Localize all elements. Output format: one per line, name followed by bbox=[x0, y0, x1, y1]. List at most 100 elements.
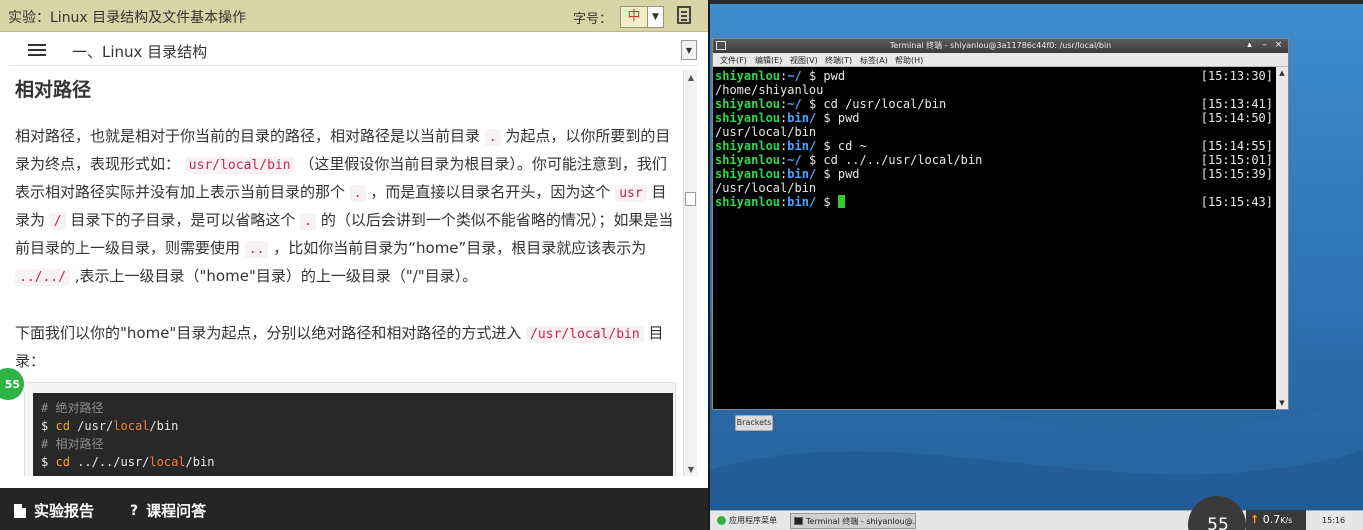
course-qa-label: 课程问答 bbox=[146, 502, 207, 520]
section-title: 相对路径 bbox=[15, 79, 92, 101]
terminal-line: /home/shiyanlou bbox=[715, 83, 824, 97]
network-speed-unit: K/s bbox=[1280, 516, 1293, 525]
brackets-desktop-item[interactable]: Brackets bbox=[735, 415, 773, 431]
code-comment: # 绝对路径 bbox=[41, 401, 104, 415]
code-command: cd bbox=[55, 455, 70, 469]
scroll-thumb[interactable] bbox=[685, 192, 696, 206]
doc-header: 实验：Linux 目录结构及文件基本操作 字号： 中 ▼ bbox=[0, 0, 708, 32]
terminal-line: /usr/local/bin bbox=[715, 181, 817, 195]
desktop-top-edge bbox=[710, 0, 1363, 4]
code-block-wrapper: # 绝对路径 $ cd /usr/local/bin # 相对路径 $ cd .… bbox=[24, 382, 676, 476]
text: ，而是直接以目录名开头，因为这个 bbox=[370, 183, 611, 201]
network-gauge: 55 bbox=[1188, 496, 1246, 530]
doc-title: 实验：Linux 目录结构及文件基本操作 bbox=[8, 10, 247, 26]
inline-code: . bbox=[484, 129, 501, 146]
chapter-title: 一、Linux 目录结构 bbox=[72, 43, 208, 61]
pin-icon[interactable]: ▴ bbox=[1244, 40, 1255, 51]
inline-code: usr/local/bin bbox=[184, 157, 295, 174]
text: 下面我们以你的"home"目录为起点，分别以绝对路径和相对路径的方式进入 bbox=[15, 324, 522, 342]
menu-edit[interactable]: 编辑(E) bbox=[755, 55, 782, 66]
terminal-window[interactable]: Terminal 终端 - shiyanlou@3a11786c44f0: /u… bbox=[712, 38, 1289, 410]
terminal-line: /usr/local/bin bbox=[715, 125, 817, 139]
terminal-icon bbox=[794, 517, 803, 525]
terminal-line: shiyanlou:bin/ $ pwd [15:15:39] bbox=[715, 167, 1273, 181]
remote-desktop[interactable]: Terminal 终端 - shiyanlou@3a11786c44f0: /u… bbox=[708, 0, 1363, 530]
chevron-down-icon: ▼ bbox=[647, 7, 663, 27]
paragraph-example-intro: 下面我们以你的"home"目录为起点，分别以绝对路径和相对路径的方式进入 /us… bbox=[15, 320, 675, 375]
code-command: cd bbox=[55, 419, 70, 433]
terminal-screen[interactable]: shiyanlou:~/ $ pwd [15:13:30] /home/shiya… bbox=[715, 69, 1273, 409]
code-path: /bin bbox=[185, 455, 215, 469]
report-icon bbox=[14, 503, 26, 518]
text: ，比如你当前目录为“home”目录，根目录就应该表示为 bbox=[273, 239, 647, 257]
font-size-select[interactable]: 中 ▼ bbox=[620, 6, 664, 28]
terminal-title: Terminal 终端 - shiyanlou@3a11786c44f0: /u… bbox=[889, 41, 1112, 50]
document-icon[interactable] bbox=[677, 6, 691, 24]
terminal-menubar: 文件(F) 编辑(E) 视图(V) 终端(T) 标签(A) 帮助(H) bbox=[713, 53, 1288, 67]
terminal-line: shiyanlou:bin/ $ cd ~ [15:14:55] bbox=[715, 139, 1273, 153]
applications-menu-label: 应用程序菜单 bbox=[729, 516, 777, 525]
terminal-line: shiyanlou:~/ $ cd /usr/local/bin [15:13:4… bbox=[715, 97, 1273, 111]
lab-report-label: 实验报告 bbox=[34, 502, 95, 520]
close-icon[interactable]: × bbox=[1273, 40, 1284, 51]
inline-code: ../../ bbox=[15, 269, 70, 286]
taskbar-terminal-button[interactable]: Terminal 终端 - shiyanlou@... bbox=[790, 513, 916, 529]
chapter-dropdown[interactable]: ▼ bbox=[681, 40, 697, 60]
terminal-line: shiyanlou:bin/ $ pwd [15:14:50] bbox=[715, 111, 1273, 125]
terminal-titlebar[interactable]: Terminal 终端 - shiyanlou@3a11786c44f0: /u… bbox=[713, 39, 1288, 53]
course-qa-button[interactable]: ? 课程问答 bbox=[130, 500, 206, 521]
scroll-up-icon[interactable]: ▲ bbox=[684, 70, 698, 84]
code-path-keyword: local bbox=[149, 455, 186, 469]
network-speed-value: 0.7 bbox=[1262, 513, 1281, 526]
menu-help[interactable]: 帮助(H) bbox=[895, 55, 923, 66]
font-size-label: 字号： bbox=[573, 12, 613, 27]
doc-content: 相对路径 相对路径，也就是相对于你当前的目录的路径，相对路径是以当前目录 . 为… bbox=[10, 70, 680, 476]
inline-code: / bbox=[49, 213, 66, 230]
text: 目录下的子目录，是可以省略这个 bbox=[70, 211, 296, 229]
scroll-up-icon[interactable]: ▲ bbox=[1276, 67, 1288, 79]
terminal-line: shiyanlou:~/ $ pwd [15:13:30] bbox=[715, 69, 1273, 83]
question-icon: ? bbox=[130, 502, 139, 519]
minimize-icon[interactable]: – bbox=[1259, 40, 1270, 51]
inline-code: . bbox=[300, 213, 317, 230]
menu-file[interactable]: 文件(F) bbox=[720, 55, 747, 66]
inline-code: . bbox=[349, 185, 366, 202]
doc-scrollbar[interactable]: ▲ ▼ bbox=[683, 70, 697, 476]
inline-code: usr bbox=[615, 185, 647, 202]
menu-terminal[interactable]: 终端(T) bbox=[825, 55, 852, 66]
scroll-down-icon[interactable]: ▼ bbox=[684, 462, 698, 476]
code-path: /usr/ bbox=[77, 419, 114, 433]
network-speed-widget: 55 ↑ 0.7K/s bbox=[1188, 496, 1306, 530]
code-path: /bin bbox=[149, 419, 179, 433]
code-comment: # 相对路径 bbox=[41, 437, 104, 451]
text: 相对路径，也就是相对于你当前的目录的路径，相对路径是以当前目录 bbox=[15, 127, 481, 145]
code-path: ../../usr/ bbox=[77, 455, 150, 469]
menu-tabs[interactable]: 标签(A) bbox=[860, 55, 888, 66]
chapter-bar: 一、Linux 目录结构 ▼ bbox=[10, 34, 698, 66]
clock: 15:16 bbox=[1322, 516, 1346, 525]
terminal-line: shiyanlou:~/ $ cd ../../usr/local/bin [15… bbox=[715, 153, 1273, 167]
terminal-scrollbar[interactable]: ▲ ▼ bbox=[1276, 67, 1288, 409]
menu-view[interactable]: 视图(V) bbox=[790, 55, 818, 66]
taskbar-terminal-label: Terminal 终端 - shiyanlou@... bbox=[806, 517, 916, 526]
paragraph-relative-path: 相对路径，也就是相对于你当前的目录的路径，相对路径是以当前目录 . 为起点，以你… bbox=[15, 123, 675, 291]
inline-code: /usr/local/bin bbox=[526, 326, 644, 343]
inline-code: .. bbox=[244, 241, 269, 258]
text: ,表示上一级目录（"home"目录）的上一级目录（"/"目录）。 bbox=[74, 267, 478, 285]
terminal-cursor bbox=[837, 195, 845, 208]
code-prompt: $ bbox=[41, 419, 49, 433]
code-prompt: $ bbox=[41, 455, 49, 469]
doc-footer: 实验报告 ? 课程问答 bbox=[0, 488, 708, 530]
terminal-line: shiyanlou:bin/ $ [15:15:43] bbox=[715, 195, 1273, 209]
network-speed: ↑ 0.7K/s bbox=[1246, 510, 1306, 530]
font-size-value: 中 bbox=[627, 9, 641, 24]
code-block: # 绝对路径 $ cd /usr/local/bin # 相对路径 $ cd .… bbox=[33, 393, 673, 476]
app-menu-icon bbox=[717, 516, 726, 525]
scroll-down-icon[interactable]: ▼ bbox=[1276, 397, 1288, 409]
lab-document-panel: 实验：Linux 目录结构及文件基本操作 字号： 中 ▼ 一、Linux 目录结… bbox=[0, 0, 708, 530]
code-path-keyword: local bbox=[113, 419, 150, 433]
applications-menu-button[interactable]: 应用程序菜单 bbox=[714, 513, 788, 529]
lab-report-button[interactable]: 实验报告 bbox=[14, 500, 94, 521]
upload-arrow-icon: ↑ bbox=[1250, 513, 1260, 526]
list-icon[interactable] bbox=[28, 44, 46, 56]
